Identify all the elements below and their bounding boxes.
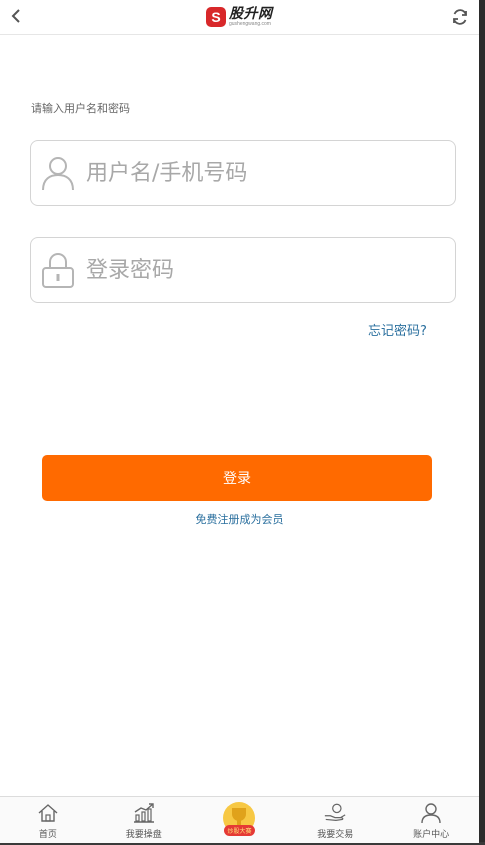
logo-title: 股升网 (229, 6, 273, 22)
login-button[interactable]: 登录 (42, 455, 432, 501)
login-hint: 请输入用户名和密码 (31, 102, 130, 115)
password-field[interactable] (30, 237, 456, 303)
site-logo[interactable]: S 股升网 gushengwang.com (206, 4, 273, 30)
chevron-left-icon (11, 9, 20, 23)
trade-icon (323, 801, 347, 825)
contest-badge: 炒股大赛 (224, 825, 255, 836)
back-button[interactable] (4, 4, 28, 28)
password-input[interactable] (84, 256, 428, 284)
top-bar: S 股升网 gushengwang.com (0, 0, 479, 35)
forgot-password-link[interactable]: 忘记密码? (368, 320, 427, 339)
tab-account[interactable]: 账户中心 (383, 797, 479, 843)
tab-trade[interactable]: 我要交易 (287, 797, 383, 843)
logo-mark: S (206, 7, 226, 27)
user-icon (419, 801, 443, 825)
tab-contest[interactable]: 炒股大赛 (192, 797, 288, 843)
logo-text-group: 股升网 gushengwang.com (229, 7, 273, 27)
tab-account-label: 账户中心 (413, 830, 450, 840)
username-input[interactable] (84, 159, 428, 187)
logo-subtitle: gushengwang.com (229, 21, 271, 27)
refresh-button[interactable] (447, 4, 473, 30)
chart-icon (132, 801, 156, 825)
tab-trade-manage-label: 我要操盘 (125, 830, 162, 840)
tab-home[interactable]: 首页 (0, 797, 96, 843)
tab-home-label: 首页 (38, 830, 57, 840)
home-icon (36, 801, 60, 825)
tab-trade-label: 我要交易 (317, 830, 354, 840)
user-icon (40, 153, 76, 193)
username-field[interactable] (30, 140, 456, 206)
tab-trade-manage[interactable]: 我要操盘 (96, 797, 192, 843)
lock-icon (40, 250, 76, 290)
trophy-icon: 炒股大赛 (222, 801, 256, 837)
refresh-icon (453, 9, 467, 25)
bottom-nav: 首页 我要操盘 炒股大赛 我要交易 账户中心 (0, 796, 479, 843)
register-link[interactable]: 免费注册成为会员 (0, 511, 479, 527)
window-frame-right (479, 0, 485, 845)
